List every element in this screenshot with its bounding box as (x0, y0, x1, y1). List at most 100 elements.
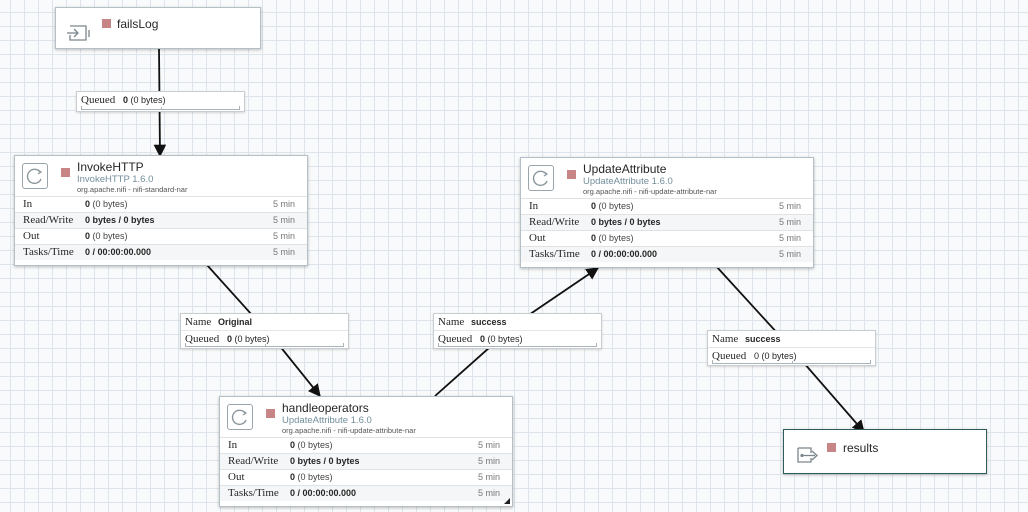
stat-label: Read/Write (529, 216, 580, 228)
name-label: Name (438, 316, 465, 328)
stat-window: 5 min (272, 199, 295, 209)
queue-progress-bar (81, 106, 240, 110)
stat-value: 0 / 00:00:00.000 (290, 488, 357, 498)
input-port-failslog[interactable]: failsLog (55, 7, 261, 49)
queued-value: 0 (0 bytes) (123, 95, 166, 105)
stat-value: 0 (0 bytes) (591, 233, 634, 243)
stat-tasks-time: Tasks/Time 0 / 00:00:00.000 5 min (15, 244, 307, 260)
queued-value: 0 (0 bytes) (227, 334, 270, 344)
queued-label: Queued (81, 94, 116, 106)
output-port-icon (795, 442, 821, 468)
stat-out: Out 0 (0 bytes) 5 min (521, 230, 813, 246)
connection-label-failslog-invokehttp[interactable]: Queued 0 (0 bytes) (76, 91, 245, 112)
processor-bundle: org.apache.nifi - nifi-update-attribute-… (583, 187, 717, 196)
stat-window: 5 min (778, 233, 801, 243)
relationship-name: success (745, 334, 781, 344)
processor-stats: In 0 (0 bytes) 5 min Read/Write 0 bytes … (220, 437, 512, 501)
port-name: failsLog (117, 17, 159, 31)
processor-icon (22, 163, 48, 189)
connection-label-invokehttp-handleoperators[interactable]: Name Original Queued 0 (0 bytes) (180, 313, 349, 349)
stat-label: Tasks/Time (529, 248, 580, 260)
queue-progress-bar (185, 343, 344, 347)
stat-value: 0 (0 bytes) (290, 440, 333, 450)
stat-value: 0 (0 bytes) (85, 199, 128, 209)
stat-value: 0 / 00:00:00.000 (591, 249, 658, 259)
stat-window: 5 min (272, 247, 295, 257)
stopped-state-icon (827, 443, 836, 452)
stat-window: 5 min (778, 249, 801, 259)
stat-value: 0 bytes / 0 bytes (290, 456, 360, 466)
stat-window: 5 min (272, 215, 295, 225)
stat-in: In 0 (0 bytes) 5 min (521, 198, 813, 214)
queued-value: 0 (0 bytes) (754, 351, 797, 361)
stat-value: 0 / 00:00:00.000 (85, 247, 152, 257)
stat-label: In (529, 200, 539, 212)
processor-stats: In 0 (0 bytes) 5 min Read/Write 0 bytes … (521, 198, 813, 262)
connection-label-handleoperators-updateattribute[interactable]: Name success Queued 0 (0 bytes) (433, 313, 602, 349)
stopped-state-icon (567, 170, 576, 179)
selection-corner-icon[interactable] (504, 498, 510, 504)
processor-type: UpdateAttribute 1.6.0 (583, 176, 673, 187)
stat-window: 5 min (778, 201, 801, 211)
processor-handleoperators[interactable]: handleoperators UpdateAttribute 1.6.0 or… (219, 396, 513, 507)
processor-icon (528, 165, 554, 191)
queued-label: Queued (712, 350, 747, 362)
port-name: results (843, 441, 879, 455)
stat-label: Tasks/Time (23, 246, 74, 258)
stat-window: 5 min (778, 217, 801, 227)
stat-in: In 0 (0 bytes) 5 min (15, 196, 307, 212)
stat-out: Out 0 (0 bytes) 5 min (220, 469, 512, 485)
processor-name: InvokeHTTP (77, 160, 144, 174)
stat-read-write: Read/Write 0 bytes / 0 bytes 5 min (15, 212, 307, 228)
stat-window: 5 min (477, 456, 500, 466)
processor-icon (227, 404, 253, 430)
queued-value: 0 (0 bytes) (480, 334, 523, 344)
name-label: Name (712, 333, 739, 345)
processor-name: handleoperators (282, 401, 369, 415)
stat-window: 5 min (272, 231, 295, 241)
stat-label: Read/Write (23, 214, 74, 226)
stat-value: 0 bytes / 0 bytes (85, 215, 155, 225)
queue-progress-bar (438, 343, 597, 347)
input-port-icon (67, 20, 93, 46)
stat-window: 5 min (477, 472, 500, 482)
processor-name: UpdateAttribute (583, 162, 667, 176)
processor-updateattribute[interactable]: UpdateAttribute UpdateAttribute 1.6.0 or… (520, 157, 814, 268)
connection-label-updateattribute-results[interactable]: Name success Queued 0 (0 bytes) (707, 330, 876, 366)
stat-out: Out 0 (0 bytes) 5 min (15, 228, 307, 244)
stat-in: In 0 (0 bytes) 5 min (220, 437, 512, 453)
stat-label: In (23, 198, 33, 210)
stopped-state-icon (266, 409, 275, 418)
processor-type: UpdateAttribute 1.6.0 (282, 415, 372, 426)
name-label: Name (185, 316, 212, 328)
stat-value: 0 (0 bytes) (591, 201, 634, 211)
stat-label: In (228, 439, 238, 451)
stat-window: 5 min (477, 488, 500, 498)
stat-label: Out (23, 230, 40, 242)
queued-label: Queued (185, 333, 220, 345)
processor-bundle: org.apache.nifi - nifi-standard-nar (77, 185, 188, 194)
relationship-name: Original (218, 317, 253, 327)
stat-label: Tasks/Time (228, 487, 279, 499)
stopped-state-icon (102, 19, 111, 28)
stat-window: 5 min (477, 440, 500, 450)
stat-tasks-time: Tasks/Time 0 / 00:00:00.000 5 min (521, 246, 813, 262)
processor-type: InvokeHTTP 1.6.0 (77, 174, 154, 185)
processor-invokehttp[interactable]: InvokeHTTP InvokeHTTP 1.6.0 org.apache.n… (14, 155, 308, 266)
stat-value: 0 (0 bytes) (85, 231, 128, 241)
stat-value: 0 (0 bytes) (290, 472, 333, 482)
output-port-results[interactable]: results (783, 429, 987, 474)
stat-read-write: Read/Write 0 bytes / 0 bytes 5 min (521, 214, 813, 230)
stat-label: Read/Write (228, 455, 279, 467)
stat-value: 0 bytes / 0 bytes (591, 217, 661, 227)
queued-label: Queued (438, 333, 473, 345)
relationship-name: success (471, 317, 507, 327)
stat-label: Out (228, 471, 245, 483)
queue-progress-bar (712, 360, 871, 364)
processor-bundle: org.apache.nifi - nifi-update-attribute-… (282, 426, 416, 435)
stat-read-write: Read/Write 0 bytes / 0 bytes 5 min (220, 453, 512, 469)
stat-label: Out (529, 232, 546, 244)
processor-stats: In 0 (0 bytes) 5 min Read/Write 0 bytes … (15, 196, 307, 260)
stopped-state-icon (61, 168, 70, 177)
stat-tasks-time: Tasks/Time 0 / 00:00:00.000 5 min (220, 485, 512, 501)
